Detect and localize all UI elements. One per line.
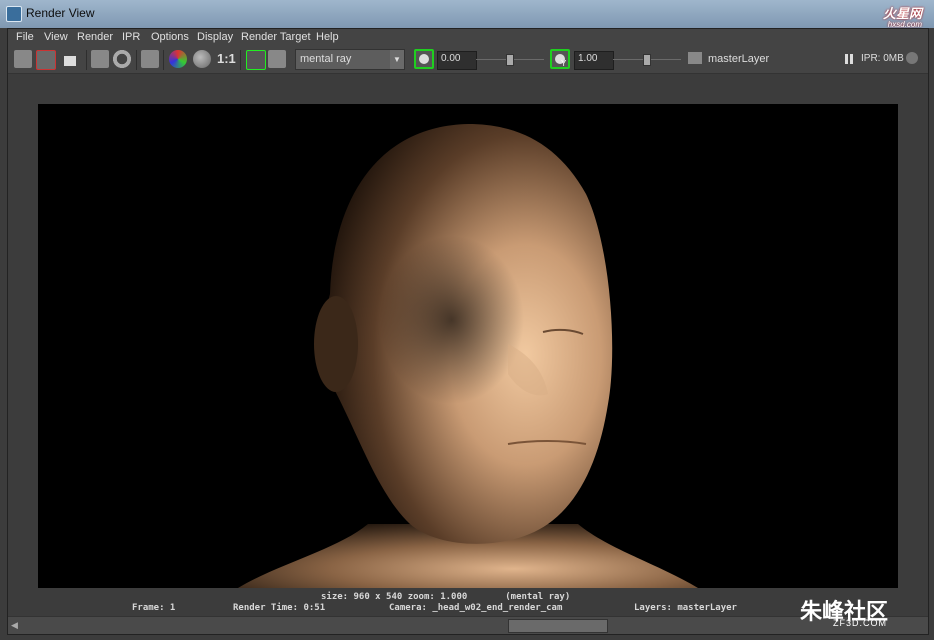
exposure-toggle[interactable] [414, 49, 434, 69]
render-layer-icon[interactable] [688, 52, 702, 64]
alpha-channel-icon[interactable] [193, 50, 211, 68]
menu-render-target[interactable]: Render Target [241, 31, 311, 43]
horizontal-scrollbar[interactable]: ◀ [8, 616, 928, 634]
camera-info: Camera: _head_w02_end_render_cam [389, 603, 563, 613]
toolbar: 1:1 mental ray ▼ 0.00 Y 1.00 masterLayer… [8, 47, 928, 74]
menu-file[interactable]: File [16, 31, 34, 43]
render-view-window: File View Render IPR Options Display Ren… [7, 28, 929, 635]
rendered-head-image [238, 124, 698, 588]
layers-info: Layers: masterLayer [634, 603, 737, 613]
menu-render[interactable]: Render [77, 31, 113, 43]
zf3d-watermark: 朱峰社区 ZF3D.COM [800, 599, 889, 628]
menu-bar: File View Render IPR Options Display Ren… [8, 29, 928, 47]
rgb-channel-icon[interactable] [169, 50, 187, 68]
render-region-icon[interactable] [36, 50, 56, 70]
renderer-value: mental ray [300, 53, 352, 65]
title-bar: Render View 火星网 hxsd.com [0, 0, 934, 29]
window-title: Render View [26, 6, 95, 20]
scroll-left-arrow-icon[interactable]: ◀ [11, 620, 18, 631]
chevron-down-icon[interactable]: ▼ [390, 50, 404, 69]
ipr-status-indicator-icon [906, 52, 918, 64]
render-time-info: Render Time: 0:51 [233, 603, 326, 613]
gamma-badge: Y [561, 59, 567, 68]
keep-image-icon[interactable] [246, 50, 266, 70]
scrollbar-thumb[interactable] [508, 619, 608, 633]
render-size-info: size: 960 x 540 zoom: 1.000 (mental ray) [321, 592, 571, 602]
pause-ipr-icon[interactable] [844, 54, 854, 64]
hxsd-watermark: 火星网 hxsd.com [882, 6, 922, 29]
ipr-render-icon[interactable] [91, 50, 109, 68]
exposure-icon [419, 54, 429, 64]
menu-ipr[interactable]: IPR [122, 31, 140, 43]
render-settings-icon[interactable] [141, 50, 159, 68]
exposure-slider[interactable] [476, 54, 544, 66]
frame-info: Frame: 1 [132, 603, 176, 613]
slider-handle[interactable] [506, 54, 514, 66]
maya-app-icon [6, 6, 22, 22]
redo-previous-render-icon[interactable] [14, 50, 32, 68]
toolbar-separator [136, 50, 137, 70]
renderer-dropdown[interactable]: mental ray ▼ [295, 49, 405, 70]
gamma-field[interactable]: 1.00 [574, 51, 614, 70]
gamma-slider[interactable] [613, 54, 681, 66]
rendered-image [38, 104, 898, 588]
toolbar-separator [163, 50, 164, 70]
render-layer-label: masterLayer [708, 53, 770, 65]
remove-image-icon[interactable] [268, 50, 286, 68]
real-size-button[interactable]: 1:1 [217, 51, 236, 66]
menu-help[interactable]: Help [316, 31, 339, 43]
render-viewport[interactable]: size: 960 x 540 zoom: 1.000 (mental ray)… [8, 74, 928, 616]
toolbar-separator [240, 50, 241, 70]
gamma-toggle[interactable]: Y [550, 49, 570, 69]
menu-display[interactable]: Display [197, 31, 233, 43]
toolbar-separator [86, 50, 87, 70]
exposure-field[interactable]: 0.00 [437, 51, 477, 70]
slider-handle[interactable] [643, 54, 651, 66]
snapshot-camera-icon[interactable] [61, 53, 79, 69]
ipr-memory-label: IPR: 0MB [861, 53, 904, 64]
refresh-ipr-icon[interactable] [113, 50, 131, 68]
menu-options[interactable]: Options [151, 31, 189, 43]
menu-view[interactable]: View [44, 31, 68, 43]
